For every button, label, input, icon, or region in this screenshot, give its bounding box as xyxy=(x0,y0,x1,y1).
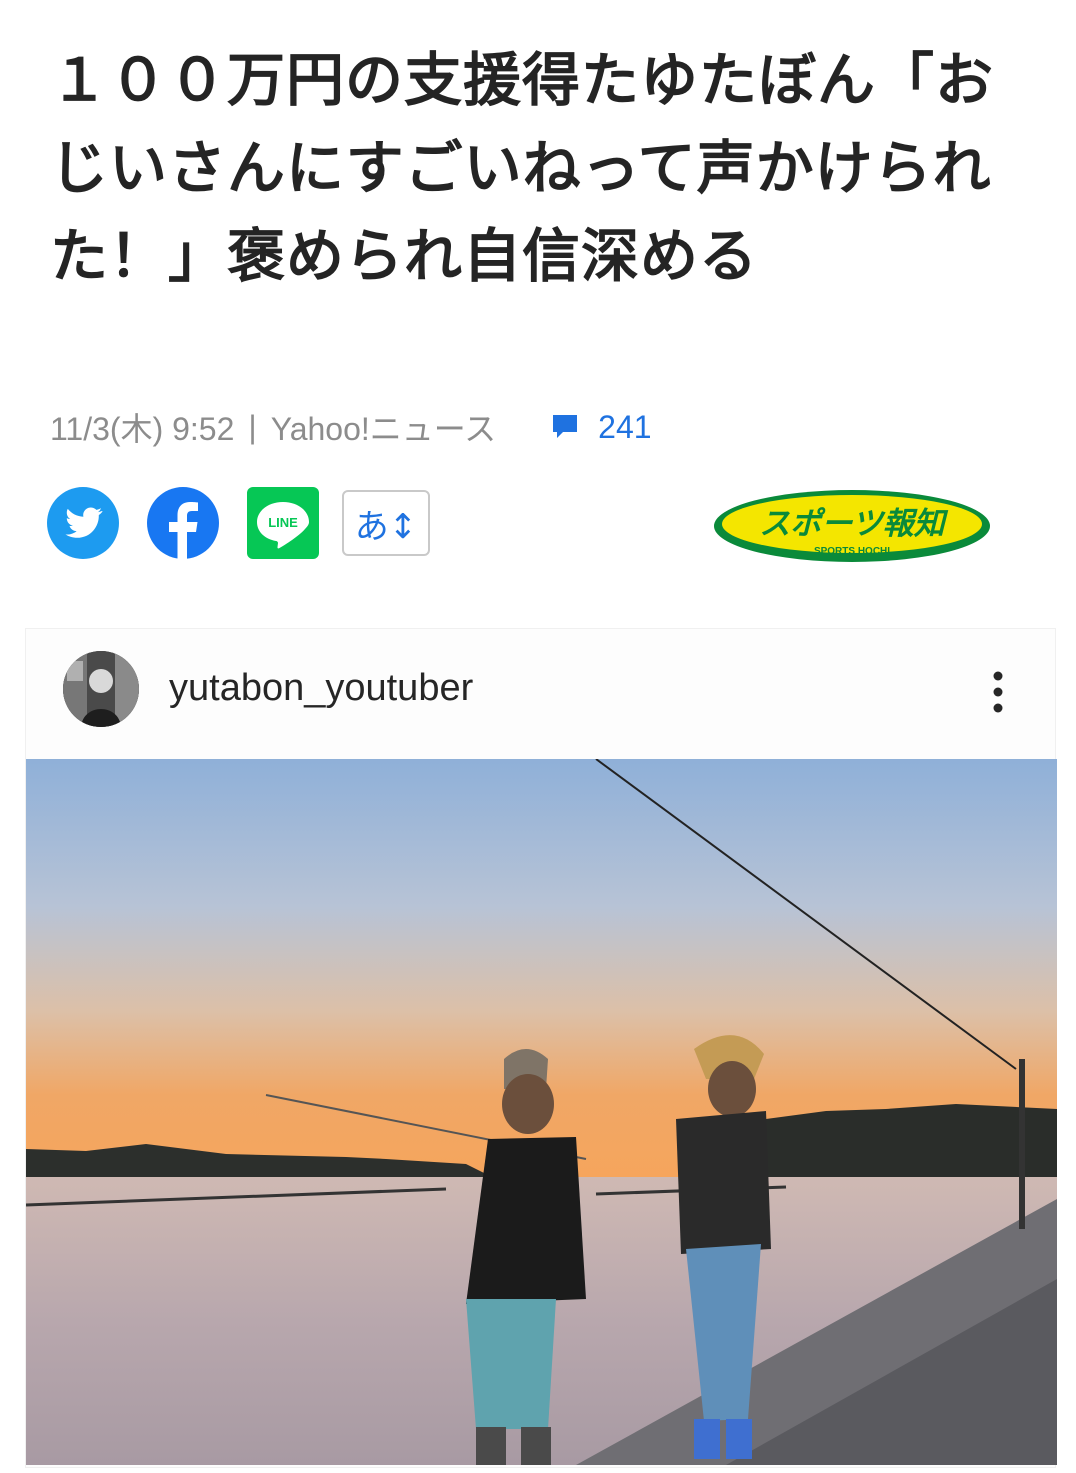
comment-count: 241 xyxy=(598,408,652,445)
vertical-ellipsis-icon[interactable] xyxy=(986,669,1010,715)
line-chat-icon: LINE xyxy=(247,487,319,559)
instagram-username[interactable]: yutabon_youtuber xyxy=(169,667,473,710)
comments-link[interactable]: 241 xyxy=(550,408,652,446)
logo-subtext: SPORTS HOCHI xyxy=(814,546,890,557)
share-buttons: LINE あ↕ xyxy=(46,486,430,560)
line-icon-label: LINE xyxy=(268,515,298,530)
post-photo xyxy=(26,759,1057,1465)
article-date: 11/3(木) 9:52 xyxy=(50,411,235,447)
facebook-f-icon xyxy=(147,487,219,560)
comment-bubble-icon xyxy=(553,415,578,438)
sports-hochi-logo: スポーツ報知 SPORTS HOCHI xyxy=(714,490,990,562)
article-title: １００万円の支援得たゆたぼん「おじいさんにすごいねって声かけられた！」褒められ自… xyxy=(50,46,995,290)
twitter-bird-icon xyxy=(47,487,119,559)
instagram-header: yutabon_youtuber xyxy=(26,629,1055,757)
avatar[interactable] xyxy=(63,651,139,727)
twitter-share-button[interactable] xyxy=(46,486,120,560)
facebook-share-button[interactable] xyxy=(146,486,220,560)
line-share-button[interactable]: LINE xyxy=(246,486,320,560)
meta-separator: | xyxy=(248,408,257,445)
article-source: Yahoo!ニュース xyxy=(270,411,497,447)
logo-text: スポーツ報知 xyxy=(759,506,948,542)
article-meta: 11/3(木) 9:52 | Yahoo!ニュース 241 xyxy=(50,402,652,452)
instagram-embed: yutabon_youtuber xyxy=(25,628,1057,1468)
avatar-image xyxy=(63,651,139,727)
font-size-button[interactable]: あ↕ xyxy=(342,490,430,556)
